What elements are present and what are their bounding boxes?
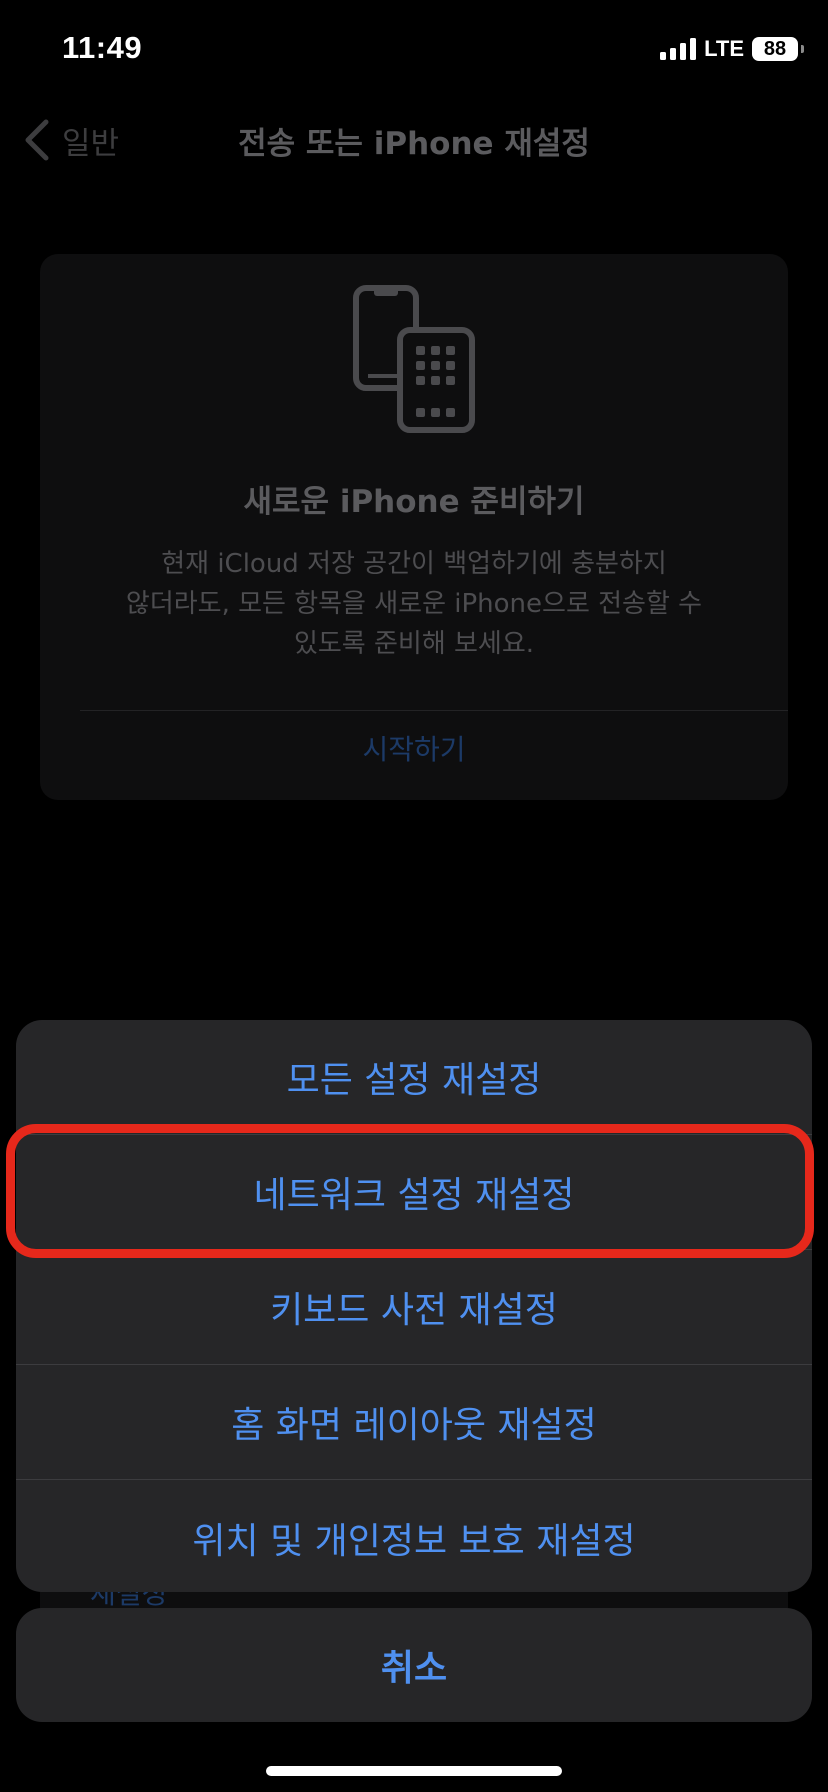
home-indicator[interactable]	[266, 1766, 562, 1776]
network-type: LTE	[704, 36, 744, 61]
status-indicators: LTE 88	[660, 36, 804, 62]
page-title: 전송 또는 iPhone 재설정	[238, 126, 590, 162]
get-started-button[interactable]: 시작하기	[40, 728, 788, 768]
reset-home-screen-layout-button[interactable]: 홈 화면 레이아웃 재설정	[16, 1364, 812, 1479]
battery-icon: 88	[752, 37, 804, 61]
card-description-line: 않더라도, 모든 항목을 새로운 iPhone으로 전송할 수	[125, 589, 703, 619]
reset-network-settings-button[interactable]: 네트워크 설정 재설정	[16, 1134, 812, 1249]
reset-action-sheet: 모든 설정 재설정 네트워크 설정 재설정 키보드 사전 재설정 홈 화면 레이…	[16, 1020, 812, 1592]
status-bar: 11:49 LTE 88	[0, 0, 828, 100]
card-divider	[80, 710, 788, 711]
signal-bars-icon	[660, 38, 697, 60]
card-description-line: 있도록 준비해 보세요.	[293, 629, 535, 659]
card-description: 현재 iCloud 저장 공간이 백업하기에 충분하지 않더라도, 모든 항목을…	[80, 544, 748, 664]
cancel-button[interactable]: 취소	[16, 1608, 812, 1722]
card-title: 새로운 iPhone 준비하기	[243, 484, 585, 520]
reset-location-privacy-button[interactable]: 위치 및 개인정보 보호 재설정	[16, 1479, 812, 1592]
status-time: 11:49	[62, 30, 143, 65]
card-description-line: 현재 iCloud 저장 공간이 백업하기에 충분하지	[161, 549, 667, 579]
transfer-phones-icon	[353, 285, 475, 433]
transfer-card: 새로운 iPhone 준비하기 현재 iCloud 저장 공간이 백업하기에 충…	[40, 254, 788, 800]
reset-keyboard-dictionary-button[interactable]: 키보드 사전 재설정	[16, 1249, 812, 1364]
reset-all-settings-button[interactable]: 모든 설정 재설정	[16, 1020, 812, 1134]
navigation-bar: 일반 전송 또는 iPhone 재설정	[0, 100, 828, 180]
